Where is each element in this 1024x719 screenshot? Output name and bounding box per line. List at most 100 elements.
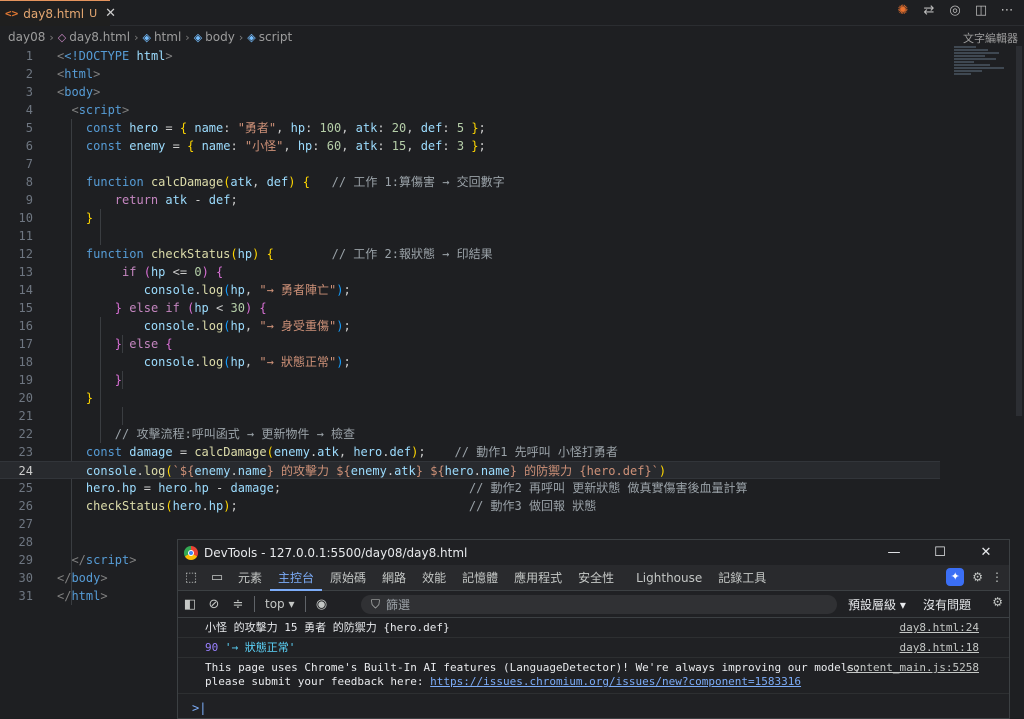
close-icon[interactable]: ✕ <box>105 6 116 21</box>
tab-performance[interactable]: 效能 <box>414 565 454 591</box>
breadcrumb-script[interactable]: script <box>259 30 292 44</box>
chevron-right-icon: › <box>49 30 54 44</box>
code-line: 27 <box>18 517 33 531</box>
code-line: 18 console.log(hp, "→ 狀態正常"); <box>18 355 351 369</box>
source-link[interactable]: day8.html:24 <box>900 621 979 635</box>
breadcrumb-folder[interactable]: day08 <box>8 30 45 44</box>
console-settings-gear-icon[interactable]: ⚙ <box>992 595 1003 609</box>
tab-application[interactable]: 應用程式 <box>506 565 570 591</box>
breadcrumb-file[interactable]: day8.html <box>69 30 130 44</box>
clear-console-icon[interactable]: ⊘ <box>202 597 226 612</box>
chevron-right-icon: › <box>185 30 190 44</box>
settings-gear-icon[interactable]: ⚙ <box>972 570 983 584</box>
tab-lighthouse[interactable]: Lighthouse <box>628 565 710 591</box>
devtools-title-bar[interactable]: DevTools - 127.0.0.1:5500/day08/day8.htm… <box>178 540 1009 565</box>
code-line: 19 } <box>18 373 123 387</box>
chevron-right-icon: › <box>238 30 244 44</box>
code-line: 22 // 攻擊流程:呼叫函式 → 更新物件 → 檢查 <box>18 427 356 441</box>
source-control-compare-icon[interactable]: ⇄ <box>920 3 938 18</box>
code-line: 3 <body> <box>25 85 101 99</box>
live-server-icon[interactable]: ✺ <box>894 3 912 18</box>
source-link[interactable]: content_main.js:5258 <box>847 661 979 675</box>
log-levels-dropdown[interactable]: 預設層級 ▾ <box>848 596 906 613</box>
console-message: 90 '→ 狀態正常' day8.html:18 <box>178 638 1009 658</box>
breadcrumb-body[interactable]: body <box>205 30 235 44</box>
code-line: 2 <html> <box>25 67 101 81</box>
feedback-link[interactable]: https://issues.chromium.org/issues/new?c… <box>430 675 801 688</box>
editor-scrollbar[interactable] <box>1016 46 1022 416</box>
console-prompt-input[interactable]: >| <box>178 694 1009 715</box>
message-text: please submit your feedback here: <box>205 675 431 688</box>
tab-network[interactable]: 網路 <box>374 565 414 591</box>
code-line: 11 <box>18 229 33 243</box>
devtools-window: DevTools - 127.0.0.1:5500/day08/day8.htm… <box>177 539 1010 719</box>
sidebar-toggle-icon[interactable]: ◧ <box>178 597 202 612</box>
code-line: 5 const hero = { name: "勇者", hp: 100, at… <box>25 121 486 135</box>
tab-sources[interactable]: 原始碼 <box>322 565 374 591</box>
code-line: 9 return atk - def; <box>25 193 238 207</box>
split-editor-icon[interactable]: ◫ <box>972 3 990 18</box>
chrome-icon <box>184 545 198 560</box>
code-line: 26 checkStatus(hero.hp); // 動作3 做回報 狀態 <box>18 499 597 513</box>
tab-day8-html[interactable]: <> day8.html U ✕ <box>0 0 116 26</box>
filter-placeholder: 篩選 <box>386 598 411 612</box>
code-line: 1 <<!DOCTYPE html> <box>25 49 173 63</box>
untracked-status-badge: U <box>89 7 98 20</box>
devtools-title: DevTools - 127.0.0.1:5500/day08/day8.htm… <box>204 545 468 560</box>
more-vertical-icon[interactable]: ⋮ <box>991 570 1003 584</box>
maximize-button[interactable]: ☐ <box>917 540 963 565</box>
html-file-icon: ◇ <box>57 30 67 44</box>
tab-console[interactable]: 主控台 <box>270 565 323 591</box>
device-toolbar-icon[interactable]: ▭ <box>204 570 230 585</box>
editor-actions: ✺ ⇄ ◎ ◫ ⋯ <box>894 3 1016 18</box>
log-number-value: 90 <box>205 641 219 654</box>
console-message: 小怪 的攻擊力 15 勇者 的防禦力 {hero.def} day8.html:… <box>178 618 1009 638</box>
code-line: 13 if (hp <= 0) { <box>18 265 224 279</box>
live-expression-eye-icon[interactable]: ◉ <box>310 597 334 612</box>
devtools-tabs: ⬚ ▭ 元素 主控台 原始碼 網路 效能 記憶體 應用程式 安全性 Lighth… <box>178 565 1009 591</box>
tab-memory[interactable]: 記憶體 <box>454 565 506 591</box>
element-icon: ◈ <box>247 30 256 44</box>
code-line: 16 console.log(hp, "→ 身受重傷"); <box>18 319 351 333</box>
tab-recorder[interactable]: 記錄工具 <box>710 565 774 591</box>
code-line: 17 } else { <box>18 337 173 351</box>
tab-elements[interactable]: 元素 <box>230 565 270 591</box>
html-file-icon: <> <box>5 7 19 20</box>
inspect-element-icon[interactable]: ⬚ <box>178 570 204 585</box>
code-line: 14 console.log(hp, "→ 勇者陣亡"); <box>18 283 351 297</box>
tab-security[interactable]: 安全性 <box>570 565 622 591</box>
code-line-current: 24 console.log(`${enemy.name} 的攻擊力 ${ene… <box>0 461 940 479</box>
breadcrumb-html[interactable]: html <box>154 30 181 44</box>
breadcrumb: day08 › ◇ day8.html › ◈ html › ◈ body › … <box>8 28 292 46</box>
code-editor[interactable]: 1 <<!DOCTYPE html> 2 <html> 3 <body> 4 <scr… <box>0 47 1010 605</box>
code-line: 4 <script> <box>25 103 130 117</box>
ai-assistance-icon[interactable]: ✦ <box>946 568 965 586</box>
filter-by-level-icon[interactable]: ≑ <box>226 597 250 612</box>
devtools-right-actions: ✦ ⚙ ⋮ <box>946 568 1003 586</box>
tab-filename: day8.html <box>23 6 85 21</box>
window-controls: — ☐ ✕ <box>871 540 1009 565</box>
filter-input[interactable]: ⛉ 篩選 <box>361 595 837 614</box>
editor-tab-bar: <> day8.html U ✕ ✺ ⇄ ◎ ◫ ⋯ <box>0 0 1024 26</box>
context-selector[interactable]: top ▾ <box>259 597 301 611</box>
console-message: This page uses Chrome's Built-In AI feat… <box>178 658 1009 694</box>
element-icon: ◈ <box>142 30 151 44</box>
issues-counter[interactable]: 沒有問題 <box>923 596 971 613</box>
message-text: 小怪 的攻擊力 15 勇者 的防禦力 {hero.def} <box>205 621 450 634</box>
more-actions-icon[interactable]: ⋯ <box>998 3 1016 18</box>
code-line: 10 } <box>18 211 94 225</box>
chevron-right-icon: › <box>134 30 139 44</box>
close-window-button[interactable]: ✕ <box>963 540 1009 565</box>
minimap-label: 文字編輯器 <box>963 32 1018 45</box>
code-line: 12 function checkStatus(hp) { // 工作 2:報狀… <box>18 247 493 261</box>
code-line: 6 const enemy = { name: "小怪", hp: 60, at… <box>25 139 486 153</box>
code-line: 15 } else if (hp < 30) { <box>18 301 267 315</box>
globe-icon[interactable]: ◎ <box>946 3 964 18</box>
code-line: 21 <box>18 409 33 423</box>
console-toolbar: ◧ ⊘ ≑ top ▾ ◉ ⛉ 篩選 預設層級 ▾ 沒有問題 ⚙ <box>178 591 1009 618</box>
filter-icon: ⛉ <box>371 597 381 611</box>
console-output: 小怪 的攻擊力 15 勇者 的防禦力 {hero.def} day8.html:… <box>178 618 1009 715</box>
code-line: 8 function calcDamage(atk, def) { // 工作 … <box>25 175 505 189</box>
source-link[interactable]: day8.html:18 <box>900 641 979 655</box>
minimize-button[interactable]: — <box>871 540 917 565</box>
